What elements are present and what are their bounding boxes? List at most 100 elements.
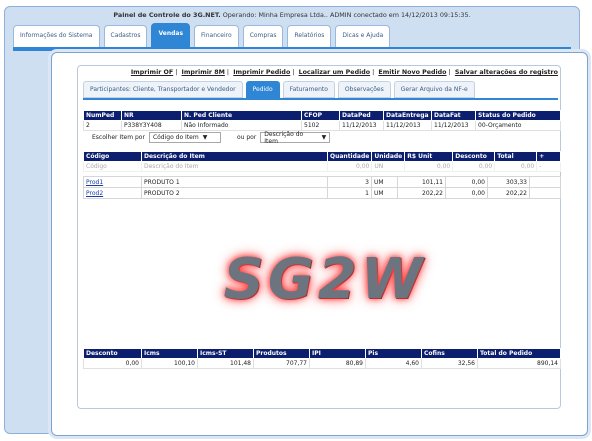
item-description: PRODUTO 1 — [141, 176, 328, 188]
col-ped-cliente: N. Ped Cliente — [181, 110, 302, 121]
tab-strip — [13, 47, 571, 51]
totals-row: 0,00 100,10 101,48 707,77 80,89 4,60 32,… — [83, 358, 561, 369]
tab-gerar-nfe[interactable]: Gerar Arquivo da NF-e — [393, 81, 475, 98]
pedido-form: Imprimir OF | Imprimir 8M | Imprimir Pedid… — [77, 65, 561, 409]
col-desconto: Desconto — [452, 151, 496, 162]
item-description: PRODUTO 2 — [141, 187, 328, 199]
order-header-row: 2 P338Y3Y408 Não Informado 5102 11/12/20… — [83, 120, 561, 131]
tab-informacoes[interactable]: Informações do Sistema — [13, 25, 100, 47]
item-unit-price: 101,11 — [397, 176, 446, 188]
col-datafat: DataFat — [431, 110, 476, 121]
tab-cadastros[interactable]: Cadastros — [103, 25, 148, 47]
codigo-item-select[interactable]: Código do Item ▼ — [148, 132, 221, 143]
ped-cliente-value[interactable]: Não Informado — [181, 120, 302, 131]
item-code-link[interactable]: Prod2 — [83, 187, 142, 199]
imprimir-8m-link[interactable]: Imprimir 8M — [182, 69, 225, 76]
item-discount: 0,00 — [445, 187, 488, 199]
col-quantidade: Quantidade — [326, 151, 373, 162]
tab-dicas-ajuda[interactable]: Dicas e Ajuda — [335, 25, 391, 47]
new-desconto-input[interactable]: 0,00 — [452, 161, 496, 172]
imprimir-of-link[interactable]: Imprimir OF — [131, 69, 173, 76]
order-header-table: NumPed NR N. Ped Cliente CFOP DataPed Da… — [83, 110, 561, 131]
col-total-ipi: IPI — [309, 348, 366, 359]
col-total-pedido: Total do Pedido — [477, 348, 561, 359]
tab-vendas[interactable]: Vendas — [151, 23, 191, 47]
tab-faturamento[interactable]: Faturamento — [282, 81, 335, 98]
items-table: Prod1 PRODUTO 1 3 UM 101,11 0,00 303,33 … — [83, 176, 561, 199]
col-unidade: Unidade — [371, 151, 406, 162]
search-label-2: ou por — [236, 134, 257, 141]
sub-tab-strip — [83, 98, 558, 100]
add-item-button[interactable]: + — [536, 151, 561, 162]
col-total-icms: Icms — [141, 348, 198, 359]
chevron-down-icon: ▼ — [321, 134, 327, 141]
col-total-icms-st: Icms-ST — [197, 348, 254, 359]
item-discount: 0,00 — [445, 176, 488, 188]
new-codigo-input[interactable]: Código — [83, 161, 142, 172]
new-descricao-input[interactable]: Descrição do Item — [141, 161, 328, 172]
datafat-value[interactable]: 11/12/2013 — [431, 120, 476, 131]
item-unit: UM — [371, 187, 398, 199]
item-code-link[interactable]: Prod1 — [83, 176, 142, 188]
new-unidade-input[interactable]: UN — [371, 161, 406, 172]
emitir-novo-pedido-link[interactable]: Emitir Novo Pedido — [378, 69, 446, 76]
sg2w-logo: SG2W — [223, 246, 427, 312]
imprimir-pedido-link[interactable]: Imprimir Pedido — [233, 69, 290, 76]
col-total-cofins: Cofins — [421, 348, 478, 359]
item-quantity: 3 — [327, 176, 372, 188]
tab-participantes[interactable]: Participantes: Cliente, Transportador e … — [83, 81, 243, 98]
total-desconto-value: 0,00 — [83, 358, 142, 369]
total-cofins-value: 32,56 — [421, 358, 478, 369]
action-links: Imprimir OF | Imprimir 8M | Imprimir Pedid… — [130, 69, 558, 76]
tab-pedido[interactable]: Pedido — [245, 81, 280, 98]
window-title: Painel de Controle do 3G.NET. Operando: … — [113, 11, 471, 19]
tab-observacoes[interactable]: Observações — [337, 81, 391, 98]
dataped-value[interactable]: 11/12/2013 — [339, 120, 384, 131]
numped-value[interactable]: 2 — [83, 120, 122, 131]
item-total: 202,22 — [487, 187, 530, 199]
dataentrega-value[interactable]: 11/12/2013 — [383, 120, 432, 131]
col-dataentrega: DataEntrega — [383, 110, 432, 121]
remove-item-button[interactable]: - — [536, 161, 561, 172]
search-label-1: Escolher Item por — [92, 134, 145, 141]
total-produtos-value: 707,77 — [253, 358, 310, 369]
status-value[interactable]: 00-Orçamento — [475, 120, 561, 131]
total-icms-st-value: 101,48 — [197, 358, 254, 369]
vendas-panel: Imprimir OF | Imprimir 8M | Imprimir Pedid… — [51, 52, 588, 436]
localizar-pedido-link[interactable]: Localizar um Pedido — [299, 69, 370, 76]
select-value: Código do Item — [152, 134, 199, 141]
tab-compras[interactable]: Compras — [242, 25, 284, 47]
col-total-produtos: Produtos — [253, 348, 310, 359]
new-total-value: 0,00 — [494, 161, 538, 172]
col-unit: R$ Unit — [404, 151, 454, 162]
col-total: Total — [494, 151, 538, 162]
new-quantidade-input[interactable]: 0,00 — [326, 161, 373, 172]
pedido-tab-bar: Participantes: Cliente, Transportador e … — [83, 81, 475, 98]
col-dataped: DataPed — [339, 110, 384, 121]
item-quantity: 1 — [327, 187, 372, 199]
item-unit-price: 202,22 — [397, 187, 446, 199]
salvar-alteracoes-link[interactable]: Salvar alterações do registro — [455, 69, 558, 76]
nr-value[interactable]: P338Y3Y408 — [121, 120, 182, 131]
table-row: Prod2 PRODUTO 2 1 UM 202,22 0,00 202,22 — [83, 187, 561, 199]
col-cfop: CFOP — [301, 110, 340, 121]
total-icms-value: 100,10 — [141, 358, 198, 369]
item-action-cell — [529, 187, 561, 199]
items-header-table: Código Descrição do Item Quantidade Unid… — [83, 151, 561, 172]
tab-relatorios[interactable]: Relatórios — [287, 25, 332, 47]
tab-financeiro[interactable]: Financeiro — [194, 25, 239, 47]
item-total: 303,33 — [487, 176, 530, 188]
col-nr: NR — [121, 110, 182, 121]
col-status: Status do Pedido — [475, 110, 561, 121]
cfop-value[interactable]: 5102 — [301, 120, 340, 131]
chevron-down-icon: ▼ — [202, 134, 208, 141]
main-tab-bar: Informações do Sistema Cadastros Vendas … — [13, 23, 391, 47]
descricao-item-select[interactable]: Descrição do Item ▼ — [260, 131, 331, 145]
new-unit-input[interactable]: 0,00 — [404, 161, 454, 172]
total-pis-value: 4,60 — [365, 358, 422, 369]
item-unit: UM — [371, 176, 398, 188]
col-total-pis: Pis — [365, 348, 422, 359]
total-pedido-value: 890,14 — [477, 358, 561, 369]
col-numped: NumPed — [83, 110, 122, 121]
table-row: Prod1 PRODUTO 1 3 UM 101,11 0,00 303,33 — [83, 176, 561, 188]
